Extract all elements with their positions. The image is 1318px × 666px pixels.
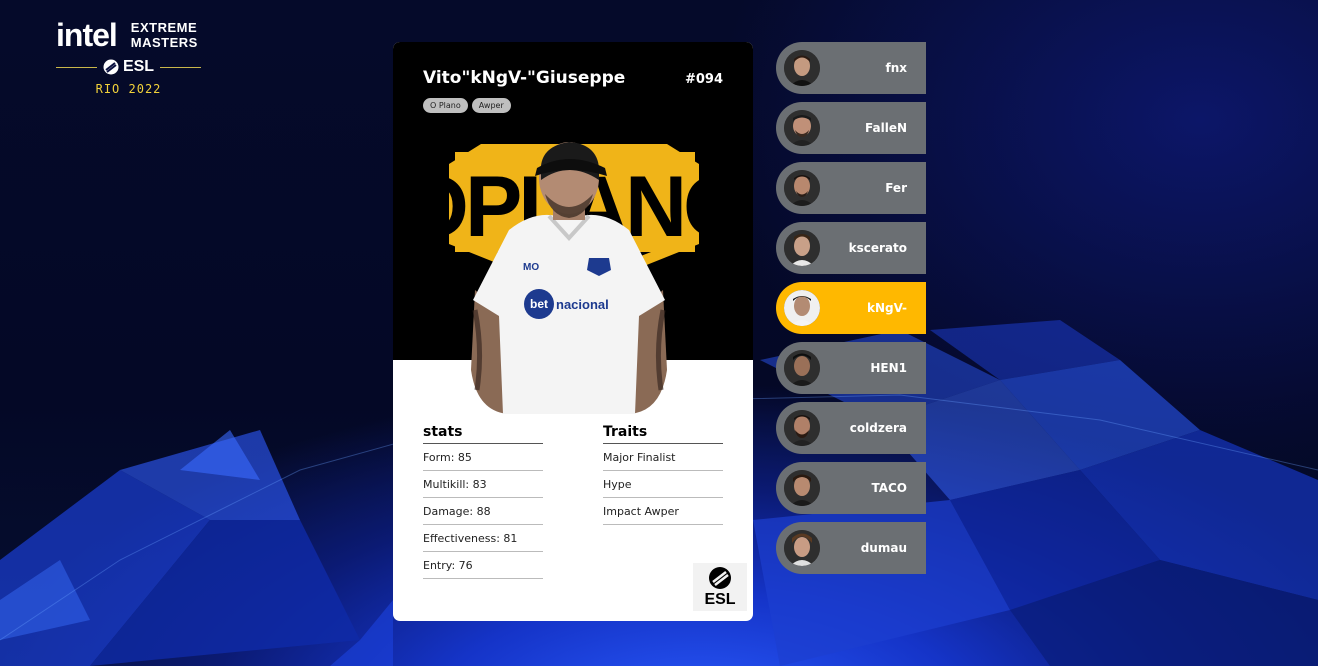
svg-text:bet: bet: [530, 297, 548, 311]
player-name-label: kscerato: [848, 241, 907, 255]
player-name-label: HEN1: [870, 361, 907, 375]
card-header: Vito"kNgV-"Giuseppe #094 O Plano Awper O…: [393, 42, 753, 414]
trait-item: Hype: [603, 471, 723, 498]
player-item-dumau[interactable]: dumau: [776, 522, 926, 574]
player-list: fnx FalleN Fer kscerato kNgV- HEN1 coldz…: [776, 42, 926, 582]
avatar: [784, 530, 820, 566]
avatar: [784, 50, 820, 86]
player-name-label: TACO: [871, 481, 907, 495]
player-tags: O Plano Awper: [423, 98, 511, 113]
avatar: [784, 470, 820, 506]
player-name: Vito"kNgV-"Giuseppe: [423, 68, 626, 88]
event-logo: intel EXTREME MASTERS ESL RIO 2022: [56, 18, 201, 96]
player-item-taco[interactable]: TACO: [776, 462, 926, 514]
stat-effectiveness: Effectiveness: 81: [423, 525, 543, 552]
tag-team: O Plano: [423, 98, 468, 113]
esl-logo-text: ESL: [122, 58, 155, 75]
player-card: Vito"kNgV-"Giuseppe #094 O Plano Awper O…: [393, 42, 753, 621]
svg-text:nacional: nacional: [556, 297, 609, 312]
esl-badge-text: ESL: [704, 591, 736, 608]
trait-item: Major Finalist: [603, 444, 723, 471]
stat-multikill: Multikill: 83: [423, 471, 543, 498]
svg-text:MO: MO: [523, 262, 539, 273]
avatar: [784, 230, 820, 266]
avatar: [784, 350, 820, 386]
stat-damage: Damage: 88: [423, 498, 543, 525]
traits-heading: Traits: [603, 424, 723, 444]
player-item-hen1[interactable]: HEN1: [776, 342, 926, 394]
event-name-line1: EXTREME: [130, 20, 198, 35]
event-name-line2: MASTERS: [130, 35, 198, 50]
player-name-label: Fer: [885, 181, 907, 195]
stats-heading: stats: [423, 424, 543, 444]
stats-section: stats Form: 85 Multikill: 83 Damage: 88 …: [423, 424, 543, 579]
event-edition: RIO 2022: [95, 82, 162, 96]
stat-form: Form: 85: [423, 444, 543, 471]
traits-section: Traits Major Finalist Hype Impact Awper: [603, 424, 723, 525]
player-name-label: dumau: [860, 541, 907, 555]
player-name-label: kNgV-: [866, 301, 907, 315]
event-name: EXTREME MASTERS: [131, 20, 198, 50]
trait-item: Impact Awper: [603, 498, 723, 525]
esl-logo: ESL: [103, 58, 154, 76]
player-item-fnx[interactable]: fnx: [776, 42, 926, 94]
esl-icon: [709, 567, 731, 589]
stat-entry: Entry: 76: [423, 552, 543, 579]
avatar: [784, 170, 820, 206]
player-item-coldzera[interactable]: coldzera: [776, 402, 926, 454]
player-item-kscerato[interactable]: kscerato: [776, 222, 926, 274]
player-item-fer[interactable]: Fer: [776, 162, 926, 214]
player-photo: bet nacional MO: [471, 142, 667, 414]
esl-badge: ESL: [693, 563, 747, 611]
player-name-label: fnx: [885, 61, 907, 75]
player-number: #094: [684, 72, 723, 87]
tag-role: Awper: [471, 98, 511, 113]
avatar: [784, 290, 820, 326]
player-name-label: FalleN: [865, 121, 907, 135]
avatar: [784, 410, 820, 446]
intel-logo-text: intel: [56, 17, 118, 53]
esl-icon: [103, 59, 119, 75]
player-item-kngv[interactable]: kNgV-: [776, 282, 926, 334]
avatar: [784, 110, 820, 146]
player-name-label: coldzera: [849, 421, 907, 435]
player-item-fallen[interactable]: FalleN: [776, 102, 926, 154]
